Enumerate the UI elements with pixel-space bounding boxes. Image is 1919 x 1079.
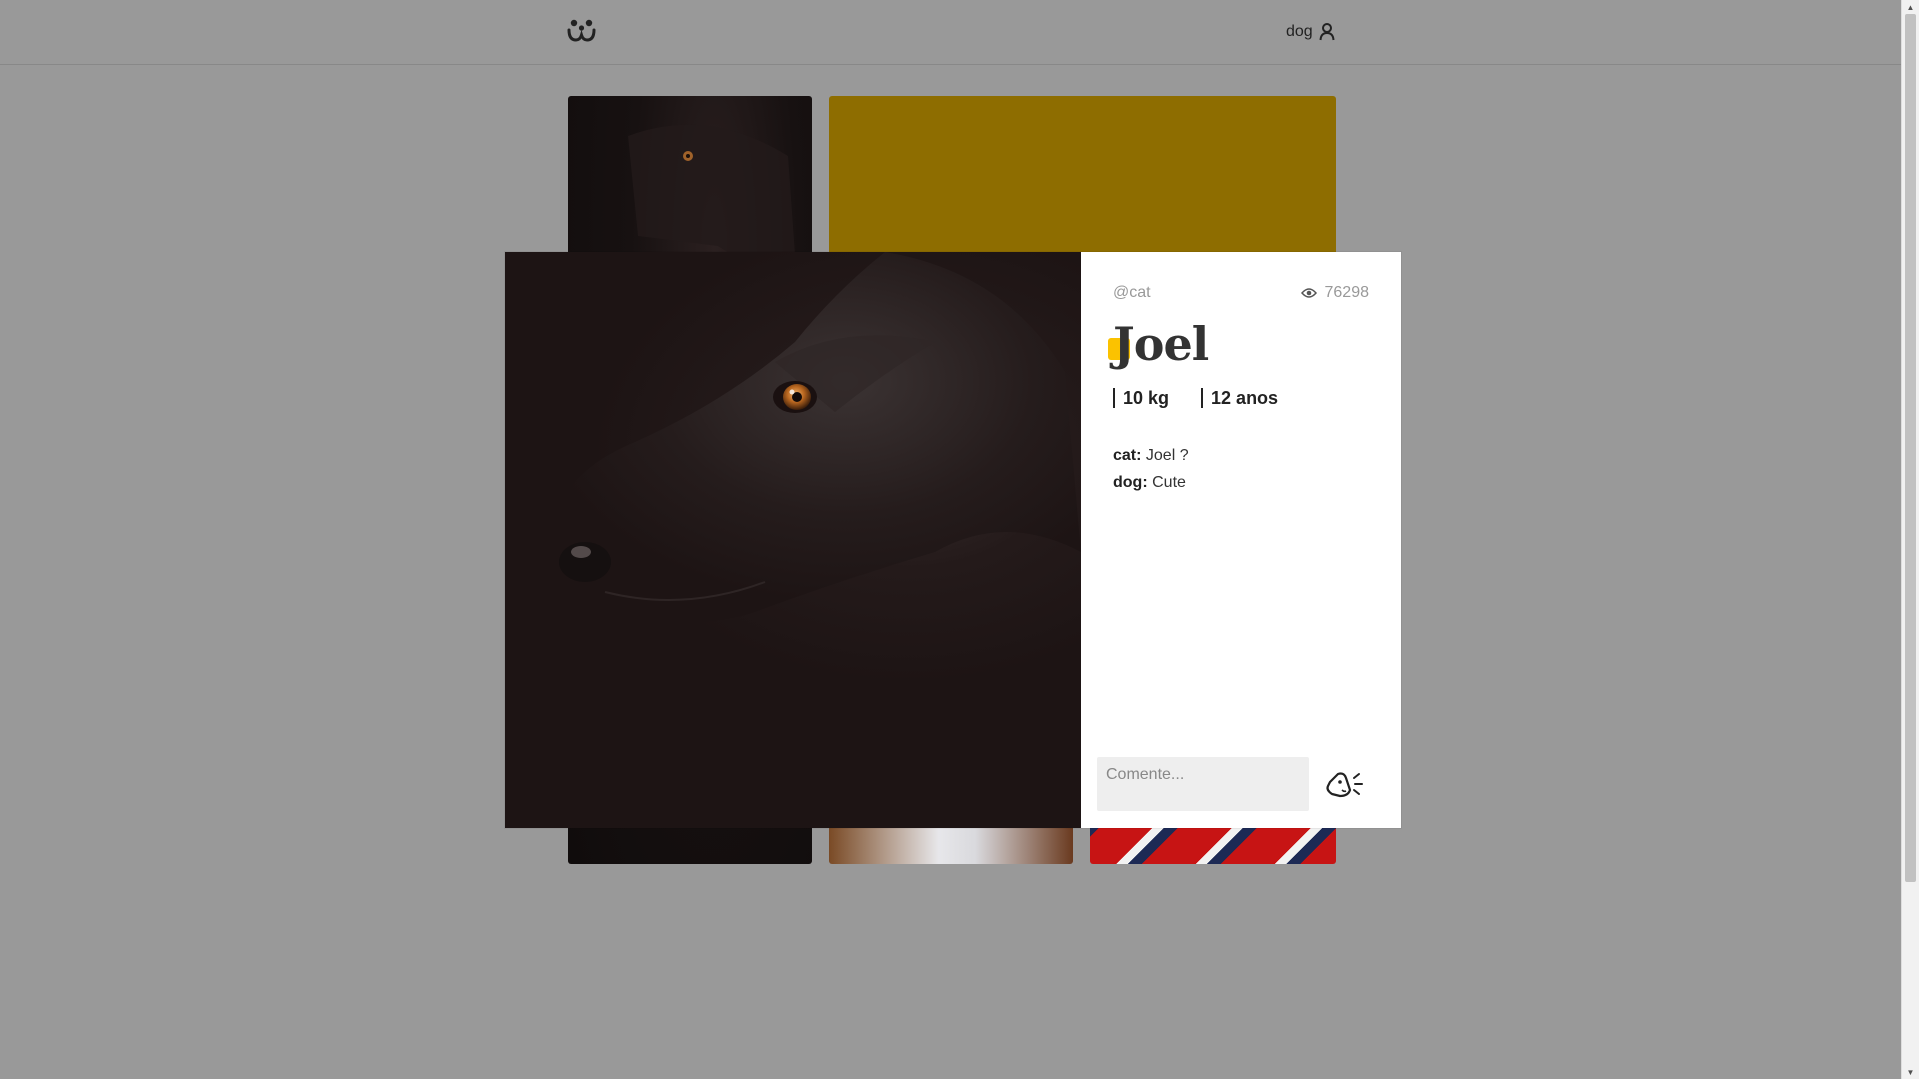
scroll-up-arrow-icon[interactable]: ▲ bbox=[1902, 0, 1919, 14]
modal-photo bbox=[505, 252, 1081, 828]
send-bark-icon bbox=[1326, 772, 1363, 798]
photo-author-link[interactable]: @cat bbox=[1113, 284, 1151, 302]
dog-attributes: 10 kg 12 anos bbox=[1113, 388, 1278, 408]
photo-details: @cat 76298 Joel 10 kg 12 anos cat: Joel … bbox=[1081, 252, 1401, 828]
comment-input[interactable] bbox=[1097, 757, 1309, 811]
user-icon bbox=[1319, 23, 1335, 41]
comments-list: cat: Joel ? dog: Cute bbox=[1113, 442, 1189, 496]
comment-text: Joel ? bbox=[1145, 447, 1189, 464]
age-value: 12 anos bbox=[1201, 388, 1278, 408]
user-name: dog bbox=[1286, 23, 1313, 40]
send-comment-button[interactable] bbox=[1321, 760, 1369, 808]
home-logo-link[interactable] bbox=[566, 16, 598, 44]
user-account-link[interactable]: dog bbox=[1286, 20, 1335, 44]
views-count: 76298 bbox=[1324, 284, 1370, 301]
comment-author: cat: bbox=[1113, 447, 1142, 464]
eye-icon bbox=[1300, 288, 1317, 298]
photo-title-link[interactable]: Joel bbox=[1113, 312, 1209, 376]
comment-author: dog: bbox=[1113, 474, 1148, 491]
scroll-down-arrow-icon[interactable]: ▼ bbox=[1902, 1065, 1919, 1079]
scrollbar-thumb[interactable] bbox=[1905, 14, 1916, 882]
views-counter: 76298 bbox=[1300, 284, 1370, 302]
title-wrap: Joel bbox=[1108, 312, 1209, 376]
site-header: dog bbox=[0, 0, 1902, 65]
photo-modal: @cat 76298 Joel 10 kg 12 anos cat: Joel … bbox=[505, 252, 1401, 828]
feed-photo[interactable] bbox=[829, 96, 1336, 260]
comment-form bbox=[1097, 756, 1385, 812]
comment-item: dog: Cute bbox=[1113, 469, 1189, 496]
dogs-logo-icon bbox=[567, 19, 596, 42]
weight-value: 10 kg bbox=[1113, 388, 1169, 408]
comment-item: cat: Joel ? bbox=[1113, 442, 1189, 469]
vertical-scrollbar[interactable]: ▲ ▼ bbox=[1901, 0, 1919, 1079]
comment-text: Cute bbox=[1152, 474, 1186, 491]
